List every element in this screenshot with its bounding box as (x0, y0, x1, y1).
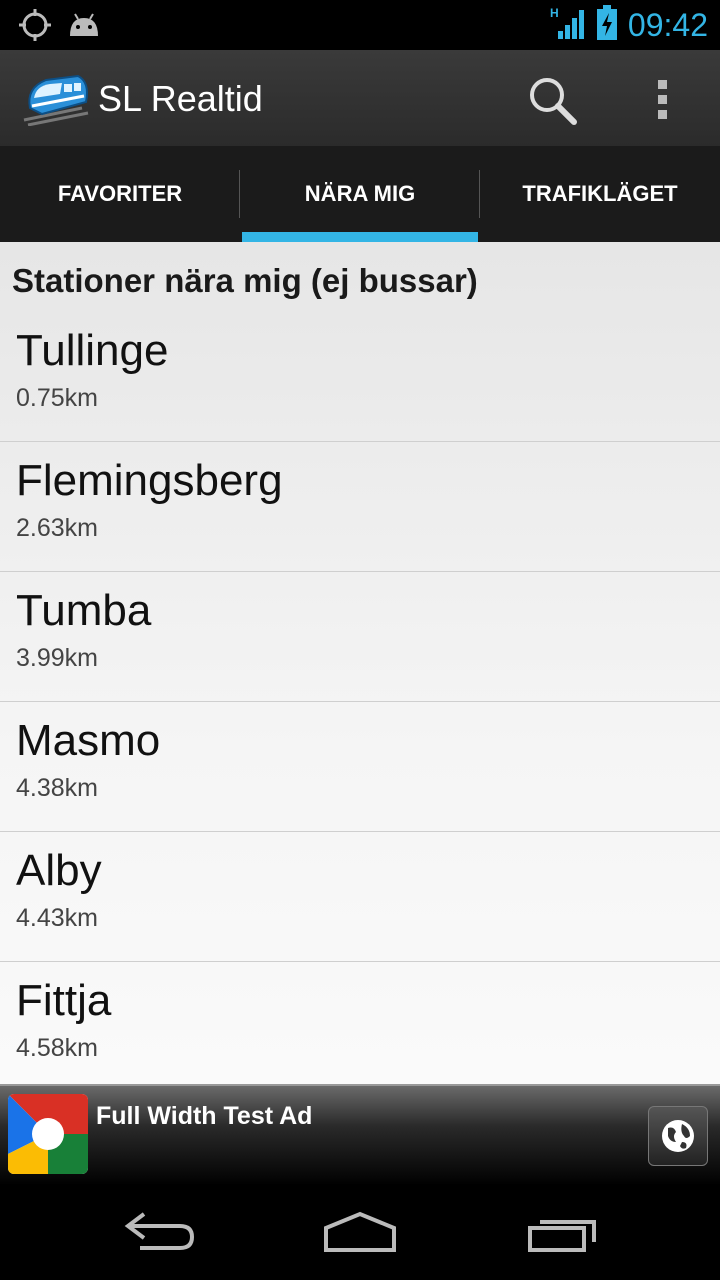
station-distance: 3.99km (16, 644, 98, 672)
signal-icon: H (550, 5, 586, 46)
stations-content: Stationer nära mig (ej bussar) Tullinge … (0, 242, 720, 1084)
tab-label: TRAFIKLÄGET (522, 181, 678, 206)
search-icon[interactable] (522, 70, 582, 130)
station-distance: 4.38km (16, 774, 98, 802)
overflow-menu-icon[interactable] (638, 70, 688, 130)
tab-label: FAVORITER (57, 181, 183, 206)
globe-icon[interactable] (648, 1106, 708, 1166)
station-name: Alby (16, 846, 102, 895)
tab-bar: FAVORITER NÄRA MIG TRAFIKLÄGET (0, 146, 720, 242)
station-name: Flemingsberg (16, 456, 283, 505)
battery-charging-icon (596, 4, 618, 46)
android-debug-icon (66, 10, 102, 45)
station-item-alby[interactable]: Alby 4.43km (0, 832, 720, 962)
station-distance: 0.75km (16, 384, 98, 412)
station-name: Fittja (16, 976, 112, 1025)
recent-apps-icon[interactable] (524, 1210, 604, 1254)
station-distance: 4.43km (16, 904, 98, 932)
app-title: SL Realtid (98, 78, 263, 119)
station-name: Tumba (16, 586, 152, 635)
home-icon[interactable] (320, 1210, 400, 1254)
navigation-bar (0, 1184, 720, 1280)
station-item-fittja[interactable]: Fittja 4.58km (0, 962, 720, 1091)
station-item-tullinge[interactable]: Tullinge 0.75km (0, 312, 720, 442)
ad-banner[interactable]: Full Width Test Ad (0, 1084, 720, 1186)
google-logo-icon (8, 1094, 88, 1174)
ad-text: Full Width Test Ad (96, 1102, 313, 1130)
tab-trafiklaget[interactable]: TRAFIKLÄGET (480, 146, 720, 242)
status-bar: H 09:42 (0, 0, 720, 50)
status-time: 09:42 (627, 6, 708, 43)
tab-selected-indicator (242, 232, 478, 242)
tab-nara-mig[interactable]: NÄRA MIG (240, 146, 480, 242)
station-item-masmo[interactable]: Masmo 4.38km (0, 702, 720, 832)
station-distance: 2.63km (16, 514, 98, 542)
section-header: Stationer nära mig (ej bussar) (12, 262, 478, 299)
network-type-label: H (550, 6, 559, 20)
station-distance: 4.58km (16, 1034, 98, 1062)
station-list: Tullinge 0.75km Flemingsberg 2.63km Tumb… (0, 312, 720, 1091)
tab-favoriter[interactable]: FAVORITER (0, 146, 240, 242)
station-name: Tullinge (16, 326, 169, 375)
train-app-icon[interactable] (22, 68, 92, 127)
back-icon[interactable] (120, 1210, 200, 1254)
station-name: Masmo (16, 716, 161, 765)
action-bar: SL Realtid (0, 50, 720, 146)
station-item-flemingsberg[interactable]: Flemingsberg 2.63km (0, 442, 720, 572)
station-item-tumba[interactable]: Tumba 3.99km (0, 572, 720, 702)
tab-label: NÄRA MIG (304, 181, 416, 206)
gps-icon (18, 8, 52, 47)
